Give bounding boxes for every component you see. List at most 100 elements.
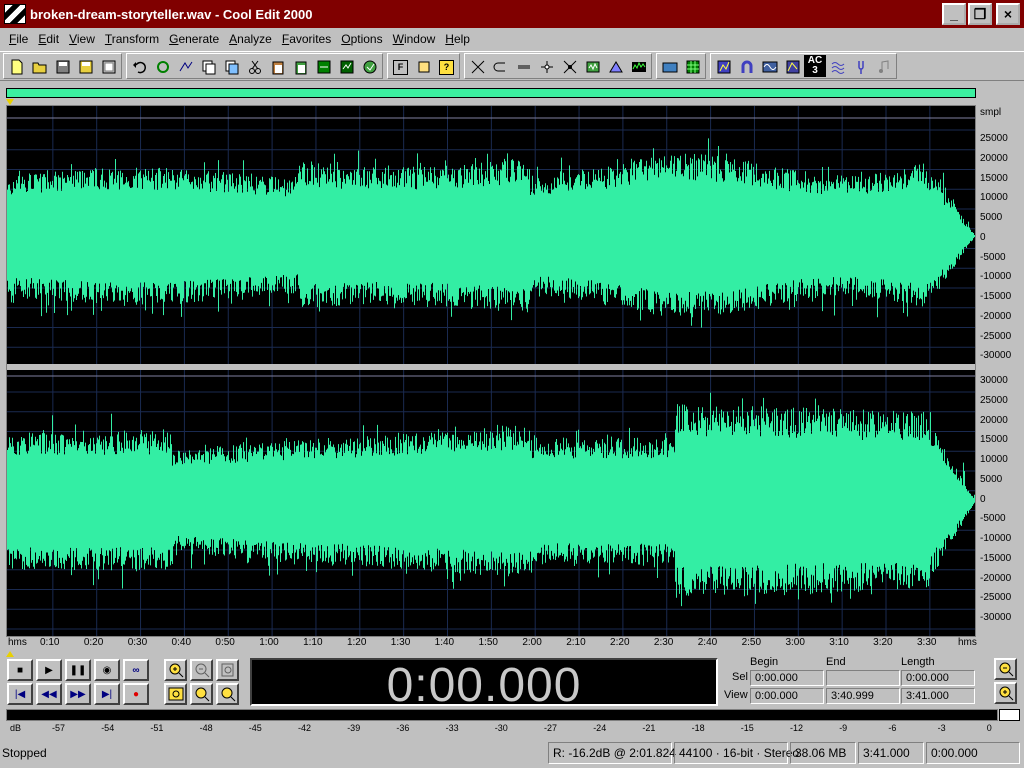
level-meter-label: -33 — [445, 723, 459, 733]
zoom-out-icon[interactable] — [190, 659, 213, 681]
ac3-icon[interactable]: AC 3 — [804, 55, 826, 77]
mix-paste-icon[interactable] — [174, 56, 197, 78]
go-to-end-button[interactable]: ▶| — [94, 683, 120, 705]
menu-view[interactable]: View — [64, 32, 100, 46]
view-length-field[interactable]: 3:41.000 — [901, 688, 975, 704]
undo-icon[interactable] — [128, 56, 151, 78]
cd-icon[interactable] — [658, 56, 681, 78]
amplitude-label-top: -5000 — [980, 251, 1006, 263]
play-button[interactable]: ▶ — [36, 659, 62, 681]
maximize-button[interactable]: ❐ — [968, 3, 992, 25]
zoom-in-icon[interactable] — [164, 659, 187, 681]
time-ruler-label: 1:20 — [346, 637, 367, 648]
time-ruler-label: 1:40 — [434, 637, 455, 648]
envelope-graph-icon[interactable] — [781, 56, 804, 78]
stretch-icon[interactable] — [558, 56, 581, 78]
music-note-icon[interactable] — [872, 56, 895, 78]
waves-icon[interactable] — [826, 56, 849, 78]
cut-icon[interactable] — [243, 56, 266, 78]
paste-icon[interactable] — [266, 56, 289, 78]
close-file-icon[interactable] — [97, 56, 120, 78]
amplitude-label-top: 10000 — [980, 192, 1008, 204]
level-meter-clip-indicator[interactable] — [999, 709, 1020, 721]
zoom-controls — [164, 657, 244, 707]
menu-generate[interactable]: Generate — [164, 32, 224, 46]
time-ruler-start-unit: hms — [8, 637, 27, 648]
menu-edit[interactable]: Edit — [33, 32, 64, 46]
envelope-icon[interactable] — [535, 56, 558, 78]
rewind-button[interactable]: ◀◀ — [36, 683, 62, 705]
magnet-icon[interactable] — [735, 56, 758, 78]
filter-icon[interactable] — [604, 56, 627, 78]
close-button[interactable]: × — [996, 3, 1020, 25]
noise-reduction-icon[interactable] — [581, 56, 604, 78]
copy-new-icon[interactable] — [220, 56, 243, 78]
zoom-full-icon[interactable] — [216, 659, 239, 681]
menu-transform[interactable]: Transform — [100, 32, 164, 46]
loop-button[interactable]: ∞ — [123, 659, 149, 681]
trim-icon[interactable] — [312, 56, 335, 78]
scroll-icon[interactable] — [412, 56, 435, 78]
menu-file[interactable]: File — [4, 32, 33, 46]
menu-window[interactable]: Window — [388, 32, 441, 46]
silence-icon[interactable] — [512, 56, 535, 78]
app-icon[interactable] — [4, 4, 26, 24]
overview-bar[interactable] — [6, 88, 976, 98]
menu-options[interactable]: Options — [336, 32, 387, 46]
paste-new-icon[interactable] — [289, 56, 312, 78]
vertical-zoom-out-icon[interactable] — [994, 658, 1017, 680]
time-ruler-label: 3:10 — [829, 637, 849, 648]
end-header: End — [826, 656, 846, 668]
sel-begin-field[interactable]: 0:00.000 — [750, 670, 824, 686]
open-file-icon[interactable] — [28, 56, 51, 78]
crop-icon[interactable] — [335, 56, 358, 78]
minimize-button[interactable]: _ — [942, 3, 966, 25]
view-end-field[interactable]: 3:40.999 — [826, 688, 900, 704]
scripts-icon[interactable] — [358, 56, 381, 78]
invert-icon[interactable] — [489, 56, 512, 78]
new-file-icon[interactable] — [5, 56, 28, 78]
go-to-start-button[interactable]: |◀ — [7, 683, 33, 705]
tuning-fork-icon[interactable] — [849, 56, 872, 78]
level-meter-unit: dB — [10, 723, 22, 733]
waveform-svg[interactable] — [7, 106, 975, 636]
pause-button[interactable]: ❚❚ — [65, 659, 91, 681]
level-meter-label: -9 — [839, 723, 848, 733]
spectrum-icon[interactable] — [627, 56, 650, 78]
amplitude-label-top: -30000 — [980, 350, 1012, 362]
fast-forward-button[interactable]: ▶▶ — [65, 683, 91, 705]
sel-end-field[interactable] — [826, 670, 900, 686]
record-button[interactable]: ● — [123, 683, 149, 705]
save-icon[interactable] — [51, 56, 74, 78]
menu-analyze[interactable]: Analyze — [224, 32, 277, 46]
copy-icon[interactable] — [197, 56, 220, 78]
waveform-display[interactable] — [6, 105, 976, 637]
zoom-left-icon[interactable] — [190, 683, 213, 705]
amplitude-ruler: smpl 25000 20000 15000 10000 5000 0 -5000 -1000… — [976, 105, 1024, 637]
level-meter-label: -3 — [937, 723, 946, 733]
amplify-icon[interactable] — [466, 56, 489, 78]
help-button[interactable]: ? — [435, 56, 458, 78]
analysis-icon[interactable] — [712, 56, 735, 78]
vertical-zoom-controls — [994, 658, 1018, 706]
grid-icon[interactable] — [681, 56, 704, 78]
zoom-right-icon[interactable] — [216, 683, 239, 705]
repeat-icon[interactable] — [151, 56, 174, 78]
favorites-button[interactable]: F — [389, 56, 412, 78]
menu-favorites[interactable]: Favorites — [277, 32, 336, 46]
level-meter-label: -24 — [593, 723, 607, 733]
vertical-zoom-in-icon[interactable] — [994, 682, 1017, 704]
play-to-end-button[interactable]: ◉ — [94, 659, 120, 681]
zoom-selection-icon[interactable] — [164, 683, 187, 705]
sine-icon[interactable] — [758, 56, 781, 78]
stop-button[interactable]: ■ — [7, 659, 33, 681]
sel-length-field[interactable]: 0:00.000 — [901, 670, 975, 686]
amplitude-label-bottom: 0 — [980, 493, 986, 505]
amplitude-label-bottom: 5000 — [980, 473, 1003, 485]
menu-help[interactable]: Help — [440, 32, 475, 46]
view-begin-field[interactable]: 0:00.000 — [750, 688, 824, 704]
status-file-size: 38.06 MB — [790, 742, 856, 764]
save-as-icon[interactable] — [74, 56, 97, 78]
amplitude-label-bottom: 10000 — [980, 454, 1008, 465]
sel-row-label: Sel — [732, 671, 748, 683]
